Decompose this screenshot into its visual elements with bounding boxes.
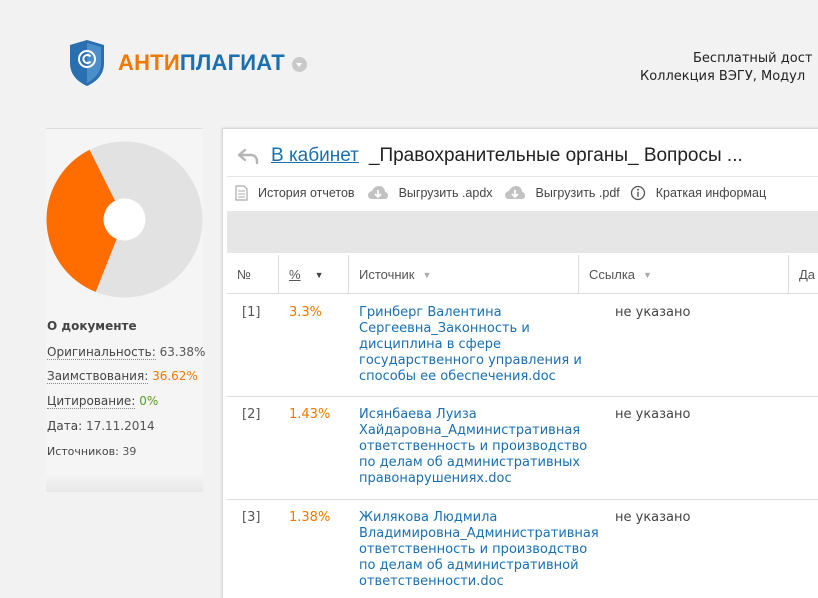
filter-bar <box>227 211 818 253</box>
source-line[interactable]: дисциплина в сфере <box>359 337 599 353</box>
stat-originality-label[interactable]: Оригинальность: <box>47 345 156 360</box>
stat-borrowing-label[interactable]: Заимствования: <box>47 369 149 384</box>
stat-borrowing: Заимствования: 36.62% <box>47 369 198 384</box>
document-icon <box>235 184 248 201</box>
row-percent: 3.3% <box>289 305 323 320</box>
report-panel: В кабинет _Правохранительные органы_ Воп… <box>222 128 818 598</box>
col-num-label: № <box>237 267 251 282</box>
col-link-label[interactable]: Ссылка <box>589 267 635 282</box>
col-percent[interactable]: % ▼ <box>279 255 349 294</box>
sidebar: О документе Оригинальность: 63.38% Заимс… <box>46 128 206 492</box>
shield-copyright-icon <box>70 40 104 86</box>
source-line[interactable]: Хайдаровна_Административная <box>359 423 599 439</box>
source-line[interactable]: правонарушениях.doc <box>359 471 599 487</box>
row-link: не указано <box>615 510 691 525</box>
row-percent: 1.43% <box>289 407 331 422</box>
logo-text: АНТИПЛАГИАТ <box>118 50 285 75</box>
source-line[interactable]: ответственность и производство <box>359 439 599 455</box>
header-info-line1: Бесплатный дост <box>693 51 813 66</box>
table-row: [1] 3.3% Гринберг Валентина Сергеевна_Закон… <box>227 295 818 397</box>
col-num: № <box>227 255 279 294</box>
col-source[interactable]: Источник ▼ <box>349 255 579 294</box>
col-link[interactable]: Ссылка ▼ <box>579 255 789 294</box>
stat-citation-label[interactable]: Цитирование: <box>47 394 136 409</box>
source-line[interactable]: Владимировна_Административная <box>359 526 599 542</box>
row-link: не указано <box>615 305 691 320</box>
source-link[interactable]: Жилякова Людмила Владимировна_Администрат… <box>359 510 599 590</box>
export-pdf-label: Выгрузить .pdf <box>535 185 620 200</box>
stat-date: Дата: 17.11.2014 <box>47 419 155 433</box>
source-line[interactable]: способы ее обеспечения.doc <box>359 369 599 385</box>
col-date[interactable]: Да <box>789 255 818 294</box>
source-line[interactable]: по делам об административных <box>359 455 599 471</box>
row-number: [3] <box>242 510 261 525</box>
document-title: _Правохранительные органы_ Вопросы ... <box>368 145 743 166</box>
row-number: [1] <box>242 305 261 320</box>
table-header: № % ▼ Источник ▼ Ссылка ▼ Да <box>227 255 818 294</box>
source-line[interactable]: ответственности.doc <box>359 574 599 590</box>
source-line[interactable]: государственного управления и <box>359 353 599 369</box>
sort-icon[interactable]: ▼ <box>643 270 652 280</box>
header-info: Бесплатный дост Коллекция ВЭГУ, Модул <box>640 50 818 86</box>
row-link: не указано <box>615 407 691 422</box>
source-line[interactable]: Сергеевна_Законность и <box>359 321 599 337</box>
table-row: [3] 1.38% Жилякова Людмила Владимировна_Адм… <box>227 500 818 598</box>
stat-date-value: 17.11.2014 <box>85 419 155 433</box>
stat-citation-value: 0% <box>139 394 159 408</box>
col-percent-label[interactable]: % <box>289 267 301 282</box>
col-source-label[interactable]: Источник <box>359 267 415 282</box>
pie-hole <box>103 198 146 241</box>
stat-originality: Оригинальность: 63.38% <box>47 345 206 360</box>
source-line[interactable]: Жилякова Людмила <box>359 510 599 526</box>
source-line[interactable]: ответственность и производство <box>359 542 599 558</box>
stat-borrowing-value: 36.62% <box>152 369 198 383</box>
header-info-line2: Коллекция ВЭГУ, Модул <box>640 69 806 84</box>
col-date-label[interactable]: Да <box>799 267 815 282</box>
export-apdx-button[interactable]: Выгрузить .apdx <box>367 185 493 201</box>
sidebar-shadow <box>46 474 203 492</box>
brief-info-button[interactable]: Краткая информац <box>630 185 766 201</box>
history-button[interactable]: История отчетов <box>235 184 355 201</box>
toolbar: История отчетов Выгрузить .apdx Выгрузит… <box>227 176 818 208</box>
table-row: [2] 1.43% Исянбаева Луиза Хайдаровна_Админи… <box>227 397 818 500</box>
cabinet-link[interactable]: В кабинет <box>271 145 359 167</box>
back-arrow-icon[interactable] <box>237 147 259 165</box>
sort-icon[interactable]: ▼ <box>423 270 432 280</box>
stat-originality-value: 63.38% <box>159 345 206 359</box>
export-pdf-button[interactable]: Выгрузить .pdf <box>504 185 620 201</box>
originality-pie-chart <box>46 141 203 298</box>
row-percent: 1.38% <box>289 510 331 525</box>
antiplagiat-logo[interactable]: АНТИПЛАГИАТ <box>68 39 307 87</box>
history-label: История отчетов <box>258 185 355 200</box>
brief-info-label: Краткая информац <box>655 185 767 200</box>
stat-date-label: Дата: <box>47 419 83 433</box>
stat-citation: Цитирование: 0% <box>47 394 159 409</box>
chevron-down-icon[interactable] <box>291 56 307 72</box>
cloud-download-icon <box>367 185 388 199</box>
stat-sources: Источников: 39 <box>47 445 136 458</box>
title-row: В кабинет _Правохранительные органы_ Воп… <box>237 142 743 170</box>
source-line[interactable]: Гринберг Валентина <box>359 305 599 321</box>
stat-sources-label: Источников: <box>47 445 119 458</box>
source-link[interactable]: Гринберг Валентина Сергеевна_Законность и… <box>359 305 599 385</box>
about-document-title: О документе <box>47 319 137 333</box>
source-link[interactable]: Исянбаева Луиза Хайдаровна_Административн… <box>359 407 599 487</box>
stat-sources-value: 39 <box>122 445 137 458</box>
row-number: [2] <box>242 407 261 422</box>
source-line[interactable]: по делам об административной <box>359 558 599 574</box>
source-line[interactable]: Исянбаева Луиза <box>359 407 599 423</box>
export-apdx-label: Выгрузить .apdx <box>398 185 493 200</box>
sort-desc-icon[interactable]: ▼ <box>315 270 324 280</box>
cloud-download-icon <box>504 185 525 199</box>
info-icon <box>630 185 645 200</box>
